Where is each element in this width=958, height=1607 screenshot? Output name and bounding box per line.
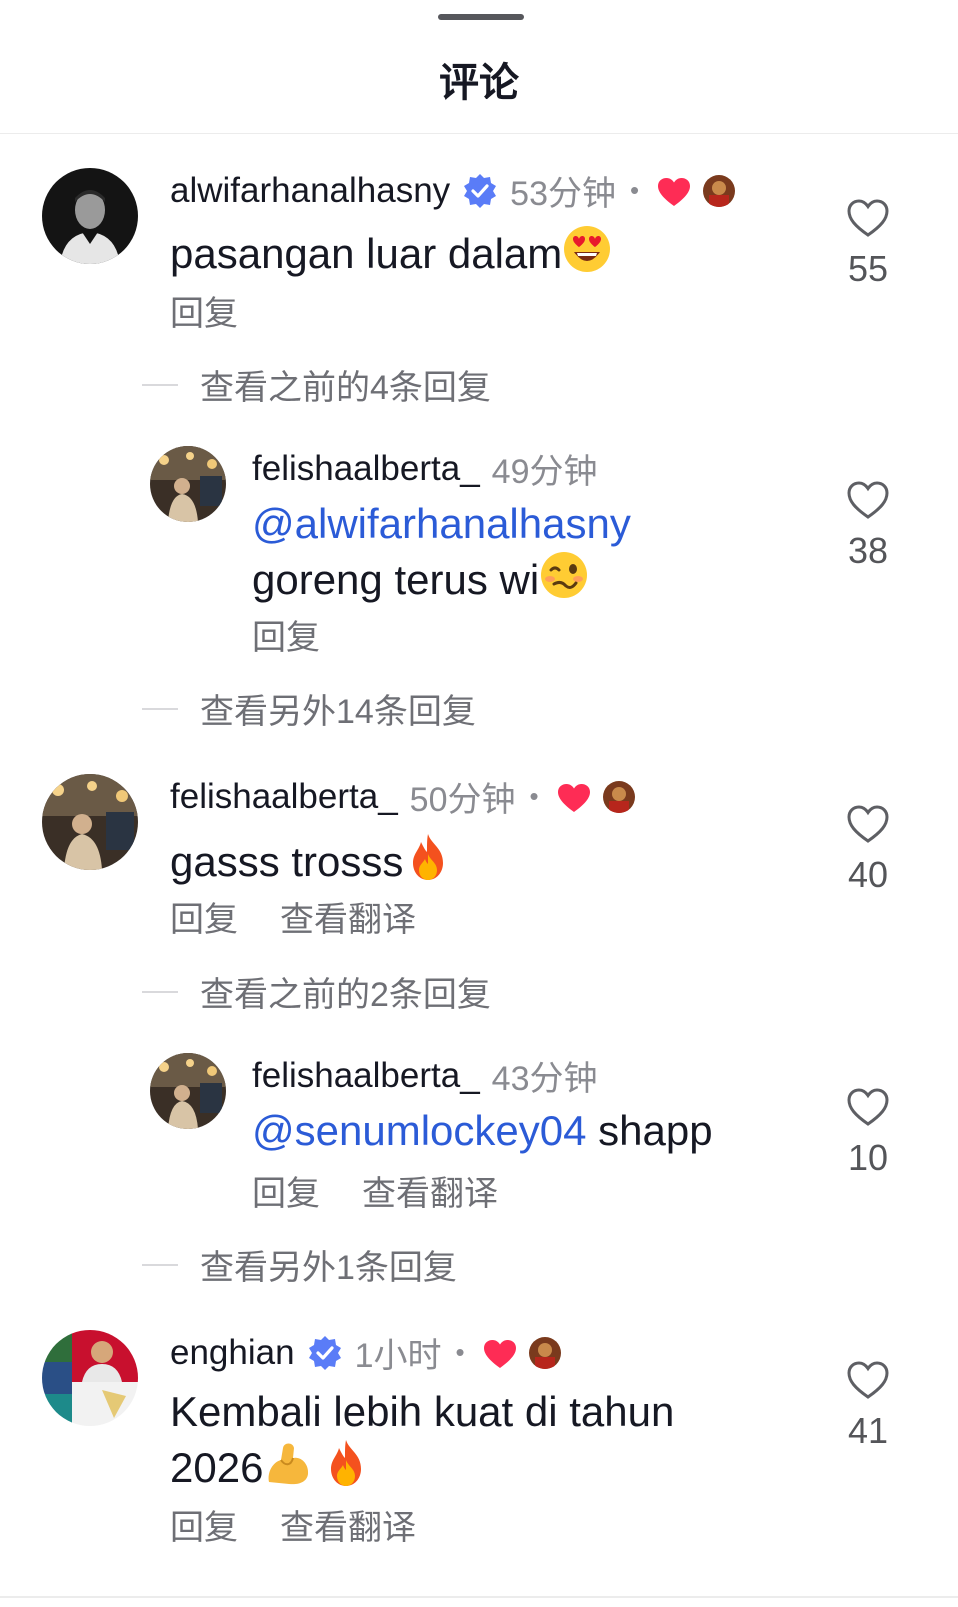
comment-actions: 回复 (170, 286, 280, 335)
heart-outline-icon (847, 1088, 889, 1126)
creator-liked-heart-icon (557, 782, 591, 812)
username[interactable]: felishaalberta_ (252, 1056, 480, 1096)
username[interactable]: alwifarhanalhasny (170, 171, 450, 211)
avatar[interactable] (150, 1053, 226, 1129)
translate-button[interactable]: 查看翻译 (280, 1509, 416, 1547)
like-count: 40 (847, 854, 889, 895)
comment-actions: 回复 查看翻译 (170, 1500, 458, 1549)
like-control[interactable]: 41 (838, 1360, 898, 1452)
like-count: 41 (847, 1410, 889, 1451)
heart-eyes-emoji-icon (562, 224, 612, 274)
comment-actions: 回复 查看翻译 (170, 892, 458, 941)
comment-time: 53分钟 (510, 175, 616, 213)
reply-button[interactable]: 回复 (170, 901, 238, 939)
mention-link[interactable]: @senumlockey04 (252, 1107, 586, 1154)
heart-outline-icon (847, 481, 889, 519)
reply-text: goreng terus wi (252, 550, 589, 606)
verified-badge-icon (307, 1335, 343, 1371)
separator-dot: • (529, 781, 539, 811)
reply-time: 43分钟 (491, 1060, 598, 1098)
fire-emoji-icon (321, 1438, 371, 1488)
avatar[interactable] (42, 168, 138, 264)
reply-author-row: felishaalberta_ 49分钟 (252, 444, 597, 493)
comment-text: 2026 (170, 1438, 371, 1494)
reply-body: shapp (586, 1107, 713, 1154)
fire-emoji-icon (403, 832, 453, 882)
reply-text: @senumlockey04 shapp (252, 1105, 713, 1157)
comments-sheet: 评论 alwifarhanalhasny 53分钟 • pasangan lua… (0, 0, 958, 1607)
replies-indent-line (142, 990, 178, 993)
woozy-face-emoji-icon (539, 550, 589, 600)
reply-mention[interactable]: @alwifarhanalhasny (252, 498, 631, 550)
reply-button[interactable]: 回复 (252, 1175, 320, 1213)
like-count: 55 (847, 248, 889, 289)
separator-dot: • (455, 1337, 465, 1367)
username[interactable]: enghian (170, 1333, 295, 1373)
view-more-replies-label: 查看另外1条回复 (200, 1249, 457, 1287)
creator-avatar-icon (602, 780, 635, 813)
heart-outline-icon (847, 805, 889, 843)
avatar[interactable] (42, 1330, 138, 1426)
creator-avatar-icon (528, 1336, 561, 1369)
reply-body: goreng terus wi (252, 556, 540, 603)
comment-time: 50分钟 (409, 781, 516, 819)
creator-liked-heart-icon (483, 1338, 517, 1368)
like-count: 10 (847, 1137, 889, 1178)
view-previous-replies[interactable]: 查看之前的2条回复 (142, 967, 491, 1016)
separator-dot: • (630, 175, 640, 205)
replies-indent-line (142, 707, 178, 710)
heart-outline-icon (847, 199, 889, 237)
comment-body-line: 2026 (170, 1444, 264, 1491)
replies-indent-line (142, 1263, 178, 1266)
view-previous-replies-label: 查看之前的4条回复 (200, 369, 491, 407)
comment-author-row: enghian 1小时 • (170, 1328, 561, 1377)
reply-actions: 回复 (252, 610, 362, 659)
reply-button[interactable]: 回复 (170, 295, 238, 333)
verified-badge-icon (462, 173, 498, 209)
like-control[interactable]: 10 (838, 1087, 898, 1179)
comment-author-row: alwifarhanalhasny 53分钟 • (170, 166, 736, 215)
reply-actions: 回复 查看翻译 (252, 1166, 540, 1215)
view-more-replies-label: 查看另外14条回复 (200, 693, 476, 731)
avatar[interactable] (42, 774, 138, 870)
comment-body: pasangan luar dalam (170, 230, 563, 277)
comment-text: pasangan luar dalam (170, 224, 612, 280)
creator-avatar-icon (703, 174, 736, 207)
comment-text: Kembali lebih kuat di tahun (170, 1386, 674, 1438)
view-previous-replies-label: 查看之前的2条回复 (200, 976, 491, 1014)
replies-indent-line (142, 383, 178, 386)
view-more-replies[interactable]: 查看另外1条回复 (142, 1240, 457, 1289)
reply-button[interactable]: 回复 (252, 619, 320, 657)
username[interactable]: felishaalberta_ (252, 449, 480, 489)
reply-button[interactable]: 回复 (170, 1509, 238, 1547)
header-divider (0, 133, 958, 134)
reply-author-row: felishaalberta_ 43分钟 (252, 1051, 597, 1100)
like-control[interactable]: 38 (838, 480, 898, 572)
view-previous-replies[interactable]: 查看之前的4条回复 (142, 360, 491, 409)
mention-link[interactable]: @alwifarhanalhasny (252, 500, 631, 547)
comment-body: gasss trosss (170, 838, 404, 885)
username[interactable]: felishaalberta_ (170, 777, 398, 817)
like-control[interactable]: 40 (838, 804, 898, 896)
view-more-replies[interactable]: 查看另外14条回复 (142, 684, 476, 733)
comment-time: 1小时 (354, 1337, 442, 1375)
avatar[interactable] (150, 446, 226, 522)
creator-liked-heart-icon (657, 176, 691, 206)
comment-text: gasss trosss (170, 832, 453, 888)
bottom-divider (0, 1596, 958, 1598)
comment-body-line: Kembali lebih kuat di tahun (170, 1388, 675, 1435)
translate-button[interactable]: 查看翻译 (362, 1175, 498, 1213)
sheet-drag-handle[interactable] (438, 14, 524, 20)
reply-time: 49分钟 (491, 453, 598, 491)
sheet-title: 评论 (439, 61, 519, 105)
comment-author-row: felishaalberta_ 50分钟 • (170, 772, 635, 821)
like-count: 38 (847, 530, 889, 571)
heart-outline-icon (847, 1361, 889, 1399)
flexed-biceps-emoji-icon (263, 1438, 313, 1488)
translate-button[interactable]: 查看翻译 (280, 901, 416, 939)
like-control[interactable]: 55 (838, 198, 898, 290)
